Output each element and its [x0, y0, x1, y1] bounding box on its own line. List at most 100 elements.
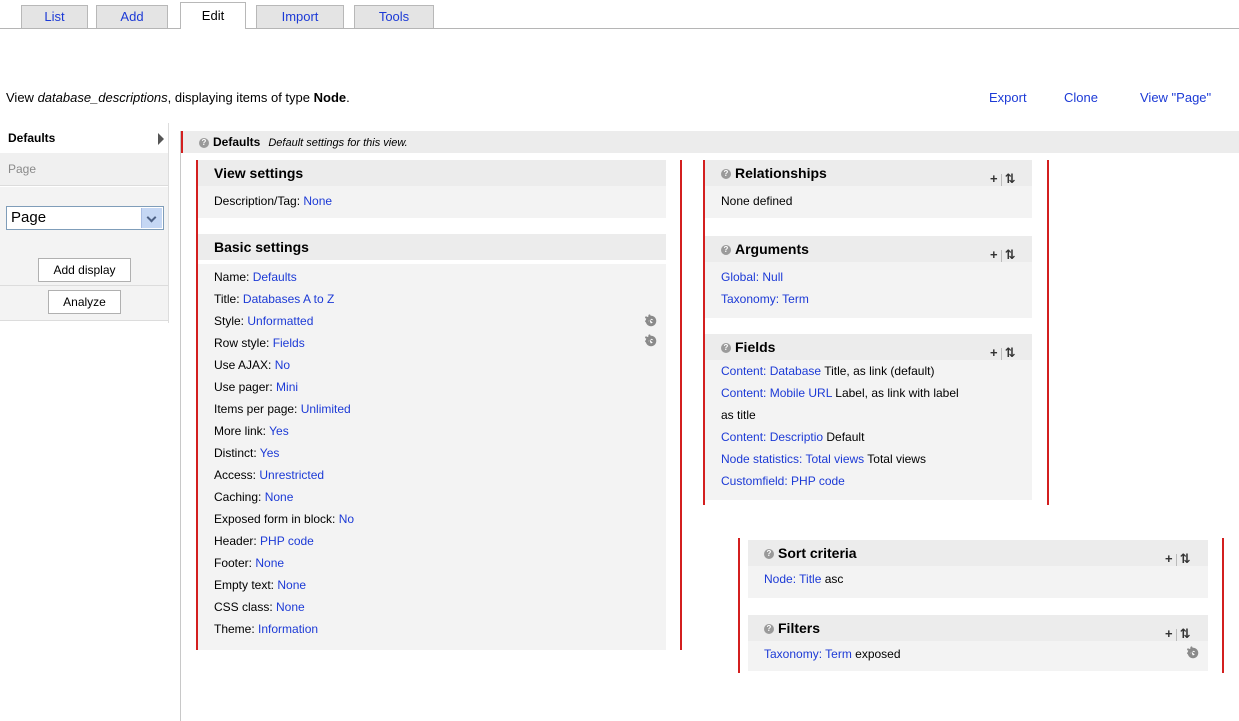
view-type: Node [313, 90, 347, 105]
display-type-select[interactable]: Page [6, 206, 164, 230]
tab-add[interactable]: Add [96, 5, 168, 28]
filter-link[interactable]: Taxonomy: Term [764, 647, 852, 661]
setting-label: Style: [214, 314, 248, 328]
setting-value[interactable]: None [276, 600, 305, 614]
setting-value[interactable]: None [303, 194, 332, 208]
defaults-bar: ? Defaults Default settings for this view. [181, 131, 1239, 153]
argument-item: Global: Null [721, 266, 1032, 288]
sort-text: asc [821, 572, 844, 586]
setting-label: Footer: [214, 556, 256, 570]
filters-header: ? Filters + ⇅ [748, 615, 1208, 641]
tab-import[interactable]: Import [256, 5, 344, 28]
setting-value[interactable]: No [339, 512, 354, 526]
divider [1000, 347, 1002, 360]
setting-value[interactable]: PHP code [260, 534, 314, 548]
field-text: Total views [864, 452, 926, 466]
field-item: Customfield: PHP code [721, 470, 1032, 492]
tab-list[interactable]: List [21, 5, 88, 28]
arguments-title: Arguments [735, 241, 809, 257]
setting-row-style: Style: Unformatted [214, 310, 666, 332]
setting-row-row-style: Row style: Fields [214, 332, 666, 354]
add-display-button[interactable]: Add display [38, 258, 131, 282]
divider [1175, 553, 1177, 566]
filter-gear-icon[interactable] [1186, 644, 1200, 660]
divider [1175, 628, 1177, 641]
setting-value[interactable]: Yes [260, 446, 280, 460]
setting-row-theme: Theme: Information [214, 618, 666, 640]
setting-row-name: Name: Defaults [214, 266, 666, 288]
basic-settings-header: Basic settings [198, 234, 666, 260]
export-link[interactable]: Export [989, 90, 1027, 105]
sidebar-item-page[interactable]: Page [0, 153, 168, 186]
argument-link[interactable]: Taxonomy: Term [721, 292, 809, 306]
setting-label: Header: [214, 534, 261, 548]
setting-row-more-link: More link: Yes [214, 420, 666, 442]
setting-value[interactable]: None [277, 578, 306, 592]
setting-value[interactable]: Defaults [253, 270, 297, 284]
field-text: Label, as link with label [831, 386, 959, 400]
setting-label: Caching: [214, 490, 265, 504]
relationships-empty: None defined [721, 194, 793, 208]
field-item: Node statistics: Total views Total views [721, 448, 1032, 470]
field-link[interactable]: Content: Database [721, 364, 821, 378]
setting-value[interactable]: None [255, 556, 284, 570]
defaults-title: Defaults [213, 135, 261, 149]
setting-row-exposed-form: Exposed form in block: No [214, 508, 666, 530]
field-item: Content: Mobile URL Label, as link with … [721, 382, 1032, 404]
view-settings-header: View settings [198, 160, 666, 186]
setting-value[interactable]: Databases A to Z [243, 292, 334, 306]
setting-value[interactable]: Unlimited [301, 402, 351, 416]
sidebar-item-defaults-label: Defaults [8, 131, 56, 145]
setting-label: Distinct: [214, 446, 260, 460]
style-settings-gear-icon[interactable] [644, 312, 658, 328]
setting-value[interactable]: Unrestricted [259, 468, 324, 482]
display-type-value: Page [11, 209, 47, 226]
filters-body: Taxonomy: Term exposed [748, 641, 1208, 671]
sort-link[interactable]: Node: Title [764, 572, 821, 586]
tab-tools[interactable]: Tools [354, 5, 434, 28]
setting-label: Theme: [214, 622, 259, 636]
help-icon: ? [721, 169, 731, 180]
setting-value[interactable]: Fields [273, 336, 305, 350]
setting-row-distinct: Distinct: Yes [214, 442, 666, 464]
caret-right-icon [158, 133, 164, 145]
setting-label: Description/Tag: [214, 194, 304, 208]
field-text: Title, as link (default) [821, 364, 935, 378]
setting-value[interactable]: Unformatted [247, 314, 313, 328]
field-link[interactable]: Node statistics: Total views [721, 452, 864, 466]
view-page-link[interactable]: View "Page" [1140, 90, 1211, 105]
setting-value[interactable]: Mini [276, 380, 298, 394]
setting-value[interactable]: None [265, 490, 294, 504]
fields-body: Content: Database Title, as link (defaul… [705, 360, 1032, 500]
chevron-down-icon [141, 208, 162, 228]
field-link[interactable]: Customfield: PHP code [721, 474, 845, 488]
field-link[interactable]: Content: Mobile URL [721, 386, 832, 400]
sidebar-item-defaults[interactable]: Defaults [0, 123, 168, 153]
divider [1000, 173, 1002, 186]
relations-panel: ? Relationships + ⇅ None defined ? Argument… [703, 160, 1049, 505]
setting-label: Empty text: [214, 578, 278, 592]
setting-value[interactable]: No [275, 358, 290, 372]
setting-label: Use AJAX: [214, 358, 275, 372]
tab-edit[interactable]: Edit [180, 2, 246, 29]
view-mid: , displaying items of type [167, 90, 314, 105]
setting-row-footer: Footer: None [214, 552, 666, 574]
view-end: . [346, 90, 350, 105]
setting-value[interactable]: Information [258, 622, 318, 636]
fields-title: Fields [735, 339, 776, 355]
help-icon: ? [721, 343, 731, 354]
setting-label: Row style: [214, 336, 273, 350]
relationships-header: ? Relationships + ⇅ [705, 160, 1032, 186]
setting-label: Exposed form in block: [214, 512, 339, 526]
clone-link[interactable]: Clone [1064, 90, 1098, 105]
analyze-button[interactable]: Analyze [48, 290, 121, 314]
filter-text: exposed [851, 647, 901, 661]
setting-row: Description/Tag: None [214, 190, 666, 212]
argument-link[interactable]: Global: Null [721, 270, 783, 284]
row-style-gear-icon[interactable] [644, 332, 658, 348]
setting-label: Use pager: [214, 380, 277, 394]
setting-value[interactable]: Yes [269, 424, 289, 438]
basic-settings-body: Name: Defaults Title: Databases A to Z S… [198, 264, 666, 650]
field-link[interactable]: Content: Descriptio [721, 430, 823, 444]
fields-header: ? Fields + ⇅ [705, 334, 1032, 360]
